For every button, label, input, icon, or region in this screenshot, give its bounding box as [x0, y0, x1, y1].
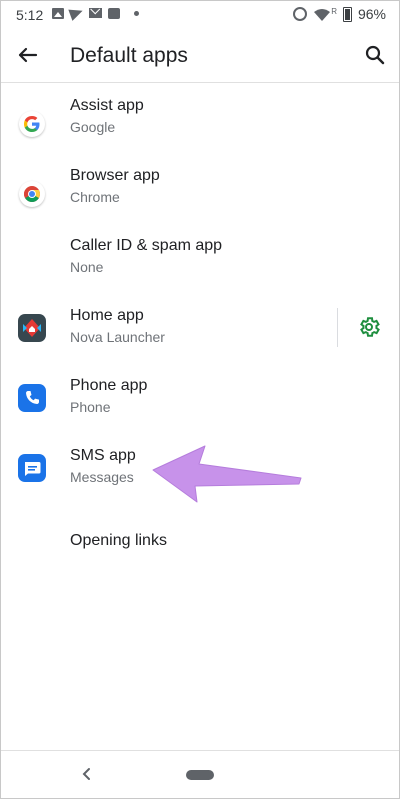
- gallery-notification-icon: [52, 7, 64, 19]
- list-item-browser-app[interactable]: Browser app Chrome: [0, 158, 400, 228]
- messages-icon: [18, 454, 46, 482]
- item-value: None: [70, 259, 104, 275]
- roaming-indicator: R: [331, 6, 337, 16]
- item-label: Caller ID & spam app: [70, 237, 223, 254]
- status-bar: 5:12 R 96%: [0, 0, 400, 30]
- system-indicators: R 96%: [293, 6, 386, 22]
- status-time: 5:12: [16, 7, 44, 23]
- item-value: Phone: [70, 399, 111, 415]
- settings-gear-icon[interactable]: [357, 315, 381, 339]
- message-notification-icon: [108, 7, 120, 19]
- item-value: Nova Launcher: [70, 329, 165, 345]
- item-value: Messages: [70, 469, 134, 485]
- item-label: Home app: [70, 307, 144, 324]
- list-item-opening-links[interactable]: Opening links: [0, 508, 400, 578]
- item-label: Phone app: [70, 377, 148, 394]
- battery-percent: 96%: [357, 6, 386, 22]
- app-bar: Default apps: [0, 30, 400, 83]
- more-notifications-dot-icon: [134, 10, 139, 16]
- list-item-assist-app[interactable]: Assist app Google: [0, 88, 400, 158]
- arrow-back-icon[interactable]: [12, 42, 42, 70]
- battery-icon: [342, 6, 352, 22]
- item-label: Opening links: [70, 532, 167, 549]
- item-label: Assist app: [70, 97, 144, 114]
- chrome-icon: [19, 181, 45, 207]
- list-item-caller-id-app[interactable]: Caller ID & spam app None: [0, 228, 400, 298]
- nova-launcher-icon: [18, 314, 46, 342]
- google-icon: [19, 111, 45, 137]
- search-icon[interactable]: [362, 42, 388, 68]
- list-item-home-app[interactable]: Home app Nova Launcher: [0, 298, 400, 368]
- notification-icons: [52, 5, 139, 21]
- annotation-arrow: [145, 440, 305, 506]
- page-title: Default apps: [70, 44, 188, 67]
- item-label: Browser app: [70, 167, 160, 184]
- home-pill-icon[interactable]: [186, 770, 214, 780]
- phone-icon: [18, 384, 46, 412]
- gmail-notification-icon: [89, 8, 102, 18]
- wifi-icon: [313, 8, 331, 21]
- item-label: SMS app: [70, 447, 136, 464]
- list-item-phone-app[interactable]: Phone app Phone: [0, 368, 400, 438]
- item-value: Google: [70, 119, 116, 135]
- vertical-divider: [337, 308, 338, 347]
- alarm-icon: [293, 7, 308, 21]
- item-value: Chrome: [70, 189, 120, 205]
- telegram-notification-icon: [68, 5, 85, 21]
- nav-back-icon[interactable]: [78, 765, 96, 783]
- system-navigation-bar: [0, 750, 400, 799]
